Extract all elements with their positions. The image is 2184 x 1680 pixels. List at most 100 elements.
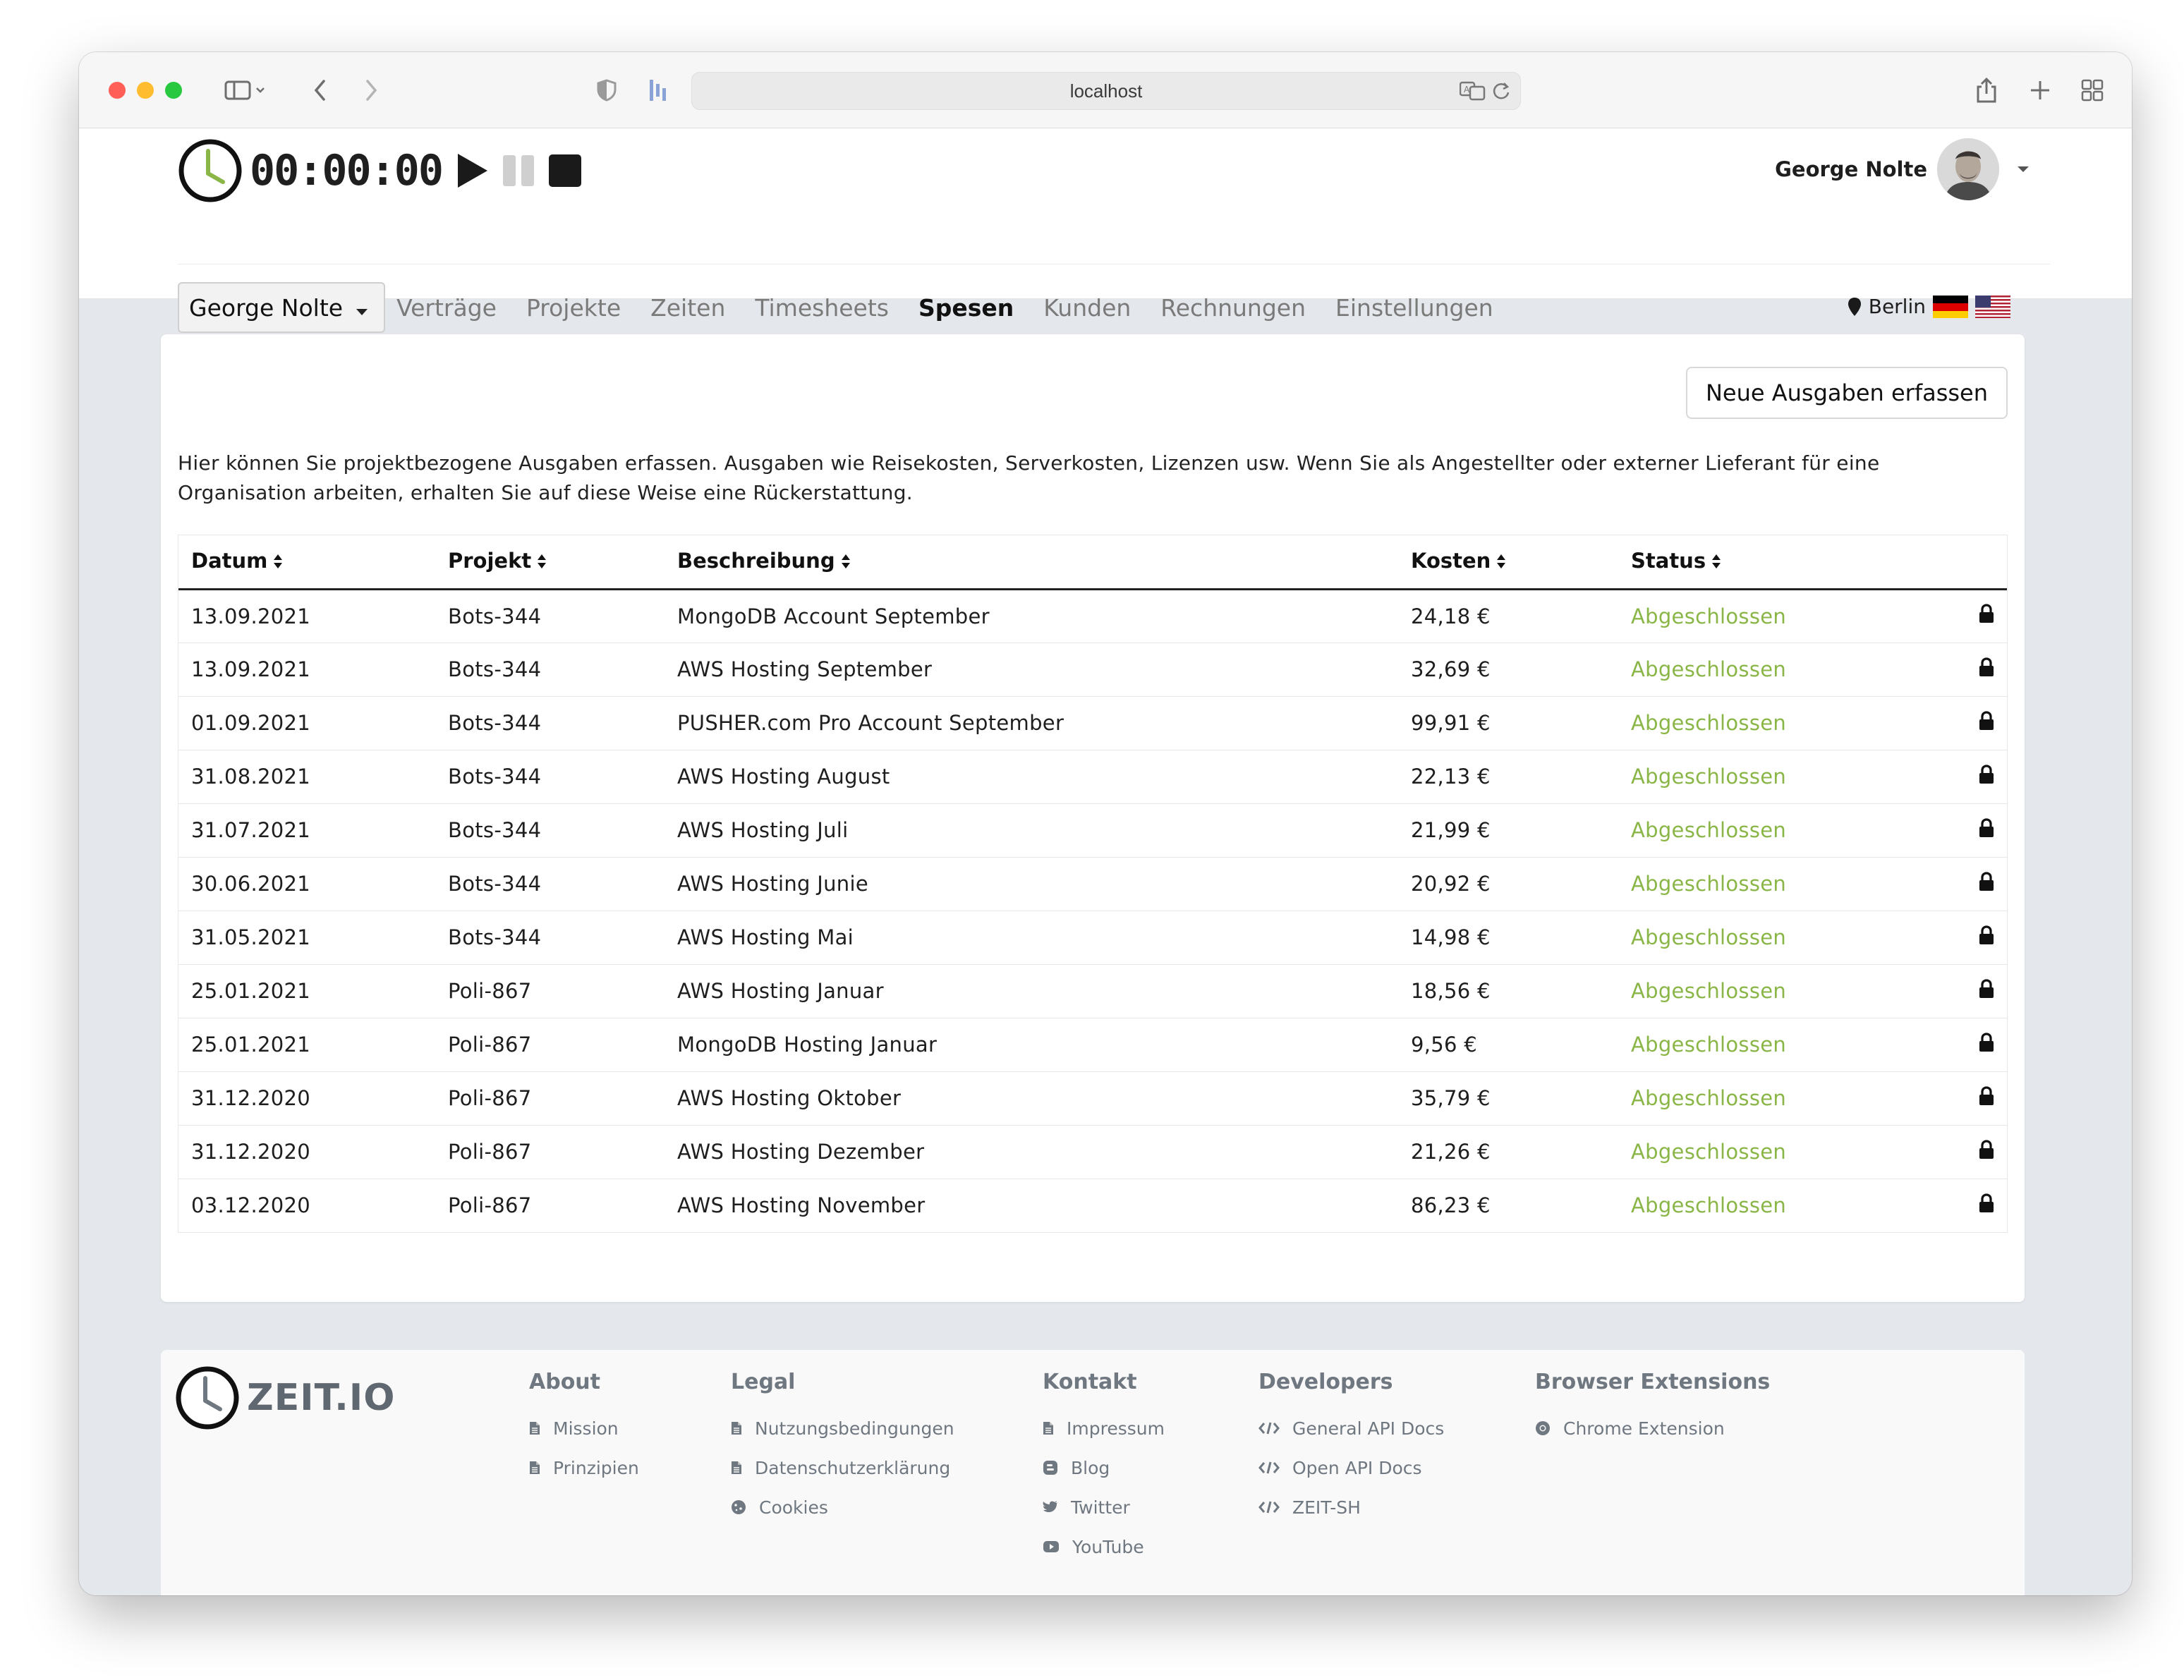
- footer-link-chrome-extension[interactable]: Chrome Extension: [1535, 1408, 1770, 1448]
- cell-date: 31.08.2021: [178, 750, 435, 804]
- cell-cost: 20,92 €: [1398, 857, 1618, 911]
- cell-project: Bots-344: [435, 857, 665, 911]
- lock-icon[interactable]: [1931, 803, 2007, 858]
- table-row[interactable]: 25.01.2021 Poli-867 AWS Hosting Januar 18,5…: [178, 964, 2007, 1018]
- cell-description: AWS Hosting Juli: [665, 803, 1398, 858]
- footer-heading: Legal: [731, 1370, 796, 1394]
- nav-zeiten[interactable]: Zeiten: [650, 294, 725, 322]
- lock-icon[interactable]: [1931, 1071, 2007, 1126]
- status-badge: Abgeschlossen: [1631, 1193, 1787, 1218]
- footer-link-mission[interactable]: Mission: [529, 1408, 639, 1448]
- table-row[interactable]: 31.08.2021 Bots-344 AWS Hosting August 22,1…: [178, 750, 2007, 804]
- privacy-shield-icon[interactable]: [593, 72, 621, 109]
- lock-icon[interactable]: [1931, 750, 2007, 804]
- map-pin-icon: [1848, 297, 1861, 316]
- cell-cost: 18,56 €: [1398, 964, 1618, 1018]
- lock-icon[interactable]: [1931, 589, 2007, 643]
- minimize-window-button[interactable]: [137, 82, 154, 99]
- footer-column-kontakt: Kontakt Impressum Blog Twitter YouTube: [1043, 1370, 1165, 1566]
- table-row[interactable]: 31.05.2021 Bots-344 AWS Hosting Mai 14,98 €…: [178, 911, 2007, 965]
- status-badge: Abgeschlossen: [1618, 696, 1931, 750]
- pause-button[interactable]: [502, 154, 535, 188]
- lock-icon[interactable]: [1931, 857, 2007, 911]
- lock-icon[interactable]: [1931, 1125, 2007, 1179]
- table-header-row: Datum Projekt Beschreibung Kosten Status: [178, 535, 2007, 590]
- sidebar-toggle-icon[interactable]: [217, 72, 274, 109]
- nav-timesheets[interactable]: Timesheets: [755, 294, 889, 322]
- table-row[interactable]: 13.09.2021 Bots-344 AWS Hosting September 3…: [178, 643, 2007, 697]
- zoom-window-button[interactable]: [165, 82, 182, 99]
- footer-link-open-api-docs[interactable]: Open API Docs: [1258, 1448, 1444, 1487]
- cell-project: Poli-867: [435, 964, 665, 1018]
- lock-icon[interactable]: [1931, 643, 2007, 697]
- footer-column-about: About Mission Prinzipien: [529, 1370, 639, 1487]
- table-row[interactable]: 01.09.2021 Bots-344 PUSHER.com Pro Account…: [178, 696, 2007, 750]
- table-row[interactable]: 31.07.2021 Bots-344 AWS Hosting Juli 21,99 …: [178, 803, 2007, 858]
- timer-display: 00:00:00: [250, 146, 444, 195]
- forward-icon[interactable]: [357, 72, 385, 109]
- nav-einstellungen[interactable]: Einstellungen: [1335, 294, 1493, 322]
- play-button[interactable]: [455, 152, 489, 189]
- chevron-down-icon[interactable]: [2016, 163, 2030, 176]
- nav-vertraege[interactable]: Verträge: [396, 294, 497, 322]
- address-bar[interactable]: localhost A: [691, 72, 1521, 110]
- code-icon: [1258, 1461, 1287, 1475]
- stop-button[interactable]: [548, 154, 582, 188]
- cell-date: 31.12.2020: [178, 1071, 435, 1126]
- share-icon[interactable]: [1970, 72, 2003, 109]
- back-icon[interactable]: [306, 72, 334, 109]
- german-flag-icon[interactable]: [1933, 295, 1968, 318]
- column-header-status[interactable]: Status: [1618, 535, 1931, 590]
- nav-rechnungen[interactable]: Rechnungen: [1160, 294, 1306, 322]
- intro-text: Hier können Sie projektbezogene Ausgaben…: [178, 451, 1880, 504]
- column-header-projekt[interactable]: Projekt: [435, 535, 665, 590]
- cell-description: AWS Hosting November: [677, 1193, 926, 1218]
- avatar[interactable]: [1937, 138, 1999, 200]
- table-row[interactable]: 31.12.2020 Poli-867 AWS Hosting Dezember 21…: [178, 1125, 2007, 1179]
- column-header-datum[interactable]: Datum: [178, 535, 435, 590]
- table-row[interactable]: 03.12.2020 Poli-867 AWS Hosting November 86…: [178, 1179, 2007, 1232]
- footer-link-cookies[interactable]: Cookies: [731, 1487, 954, 1527]
- cell-cost: 21,26 €: [1398, 1125, 1618, 1179]
- footer-link-youtube[interactable]: YouTube: [1043, 1527, 1165, 1566]
- footer-link-nutzungsbedingungen[interactable]: Nutzungsbedingungen: [731, 1408, 954, 1448]
- reload-icon[interactable]: [1492, 81, 1510, 106]
- footer-link-blog[interactable]: Blog: [1043, 1448, 1165, 1487]
- close-window-button[interactable]: [109, 82, 126, 99]
- footer-link-twitter[interactable]: Twitter: [1043, 1487, 1165, 1527]
- tab-overview-icon[interactable]: [2075, 72, 2109, 109]
- new-expense-button[interactable]: Neue Ausgaben erfassen: [1685, 367, 2008, 419]
- nav-spesen[interactable]: Spesen: [918, 294, 1014, 322]
- lock-icon[interactable]: [1931, 964, 2007, 1018]
- user-select[interactable]: George Nolte: [178, 282, 386, 333]
- new-tab-icon[interactable]: [2023, 72, 2057, 109]
- us-flag-icon[interactable]: [1975, 295, 2010, 318]
- footer-link-general-api-docs[interactable]: General API Docs: [1258, 1408, 1444, 1448]
- status-badge: Abgeschlossen: [1618, 643, 1931, 697]
- column-header-kosten[interactable]: Kosten: [1398, 535, 1618, 590]
- cell-project: Poli-867: [448, 1193, 532, 1218]
- file-icon: [731, 1461, 749, 1475]
- footer-link-prinzipien[interactable]: Prinzipien: [529, 1448, 639, 1487]
- cell-description: AWS Hosting August: [665, 750, 1398, 804]
- lock-icon[interactable]: [1931, 1018, 2007, 1072]
- user-select-value: George Nolte: [189, 293, 344, 322]
- table-row[interactable]: 25.01.2021 Poli-867 MongoDB Hosting Januar…: [178, 1018, 2007, 1072]
- translate-icon[interactable]: A: [1459, 81, 1486, 106]
- footer-link-impressum[interactable]: Impressum: [1043, 1408, 1165, 1448]
- table-row[interactable]: 30.06.2021 Bots-344 AWS Hosting Junie 20,92…: [178, 857, 2007, 911]
- footer-link-datenschutzerklärung[interactable]: Datenschutzerklärung: [731, 1448, 954, 1487]
- footer-link-zeit-sh[interactable]: ZEIT-SH: [1258, 1487, 1444, 1527]
- lock-icon[interactable]: [1931, 1179, 2007, 1232]
- nav-projekte[interactable]: Projekte: [526, 294, 621, 322]
- extension-icon[interactable]: [643, 72, 672, 109]
- user-menu[interactable]: George Nolte: [1775, 135, 2030, 203]
- column-header-beschreibung[interactable]: Beschreibung: [665, 535, 1398, 590]
- lock-icon[interactable]: [1931, 696, 2007, 750]
- footer-logo[interactable]: ZEIT.IO: [175, 1365, 395, 1430]
- table-row[interactable]: 13.09.2021 Bots-344 MongoDB Account Septem…: [178, 589, 2007, 643]
- nav-kunden[interactable]: Kunden: [1043, 294, 1131, 322]
- lock-icon[interactable]: [1931, 911, 2007, 965]
- url-text: localhost: [1069, 80, 1143, 102]
- table-row[interactable]: 31.12.2020 Poli-867 AWS Hosting Oktober 35,…: [178, 1071, 2007, 1126]
